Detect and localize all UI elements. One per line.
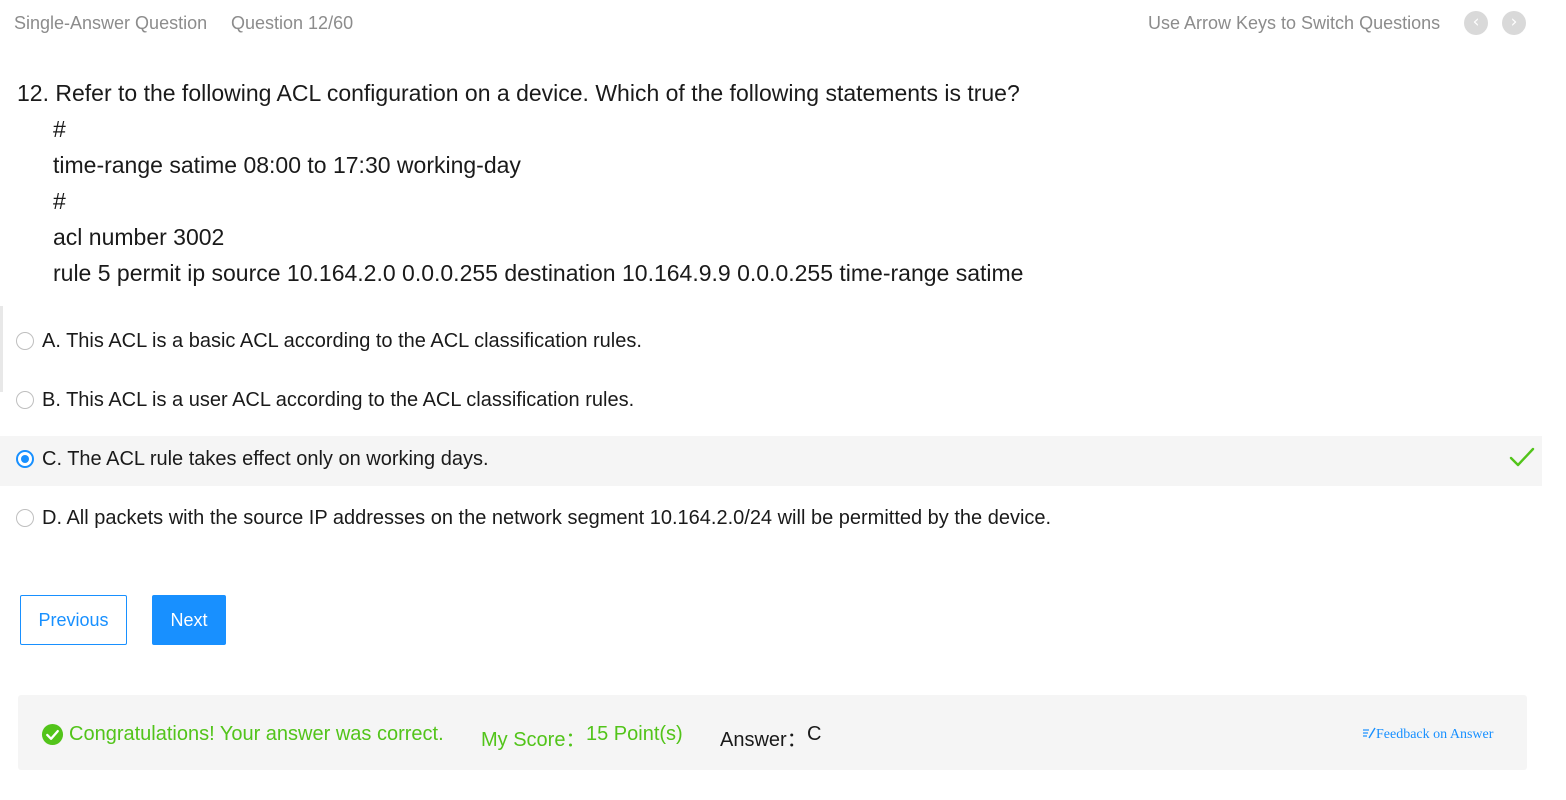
radio-button[interactable] [16,332,34,350]
question-counter: Question 12/60 [231,13,354,33]
chevron-left-icon[interactable]: ‹ [1464,11,1488,35]
next-button[interactable]: Next [152,595,226,645]
check-circle-icon [41,723,64,746]
checkmark-icon [1509,447,1535,467]
question-type: Single-Answer Question [14,13,208,33]
previous-button[interactable]: Previous [20,595,127,645]
answer-value: C [807,723,822,745]
option-b[interactable]: B. This ACL is a user ACL according to t… [0,377,1542,427]
feedback-link[interactable]: Feedback on Answer [1362,727,1493,743]
navigation-hint: Use Arrow Keys to Switch Questions [1148,13,1441,33]
score-label: My Score： [481,729,586,751]
top-bar: Single-Answer Question Question 12/60 Us… [0,0,1566,48]
option-label: D. All packets with the source IP addres… [42,507,1052,529]
code-line: time-range satime 08:00 to 17:30 working… [53,152,521,178]
answer-label: Answer： [720,729,807,751]
code-line: acl number 3002 [53,224,225,250]
option-label: A. This ACL is a basic ACL according to … [42,330,642,352]
radio-button[interactable] [16,391,34,409]
code-line: # [53,188,66,214]
question-title: 12. Refer to the following ACL configura… [17,80,1020,106]
feedback-link-label[interactable]: Feedback on Answer [1376,727,1493,742]
code-line: rule 5 permit ip source 10.164.2.0 0.0.0… [53,260,1024,286]
score-value: 15 Point(s) [586,723,683,745]
option-a[interactable]: A. This ACL is a basic ACL according to … [0,318,1542,368]
option-label: B. This ACL is a user ACL according to t… [42,389,635,411]
option-d[interactable]: D. All packets with the source IP addres… [0,495,1542,545]
option-c[interactable]: C. The ACL rule takes effect only on wor… [0,436,1542,486]
radio-button-checked[interactable] [16,450,34,468]
result-message: Congratulations! Your answer was correct… [69,723,444,745]
radio-button[interactable] [16,509,34,527]
chevron-right-icon[interactable]: › [1502,11,1526,35]
option-label: C. The ACL rule takes effect only on wor… [42,448,489,470]
edit-icon [1363,727,1376,739]
code-line: # [53,116,66,142]
result-panel: Congratulations! Your answer was correct… [18,695,1527,770]
